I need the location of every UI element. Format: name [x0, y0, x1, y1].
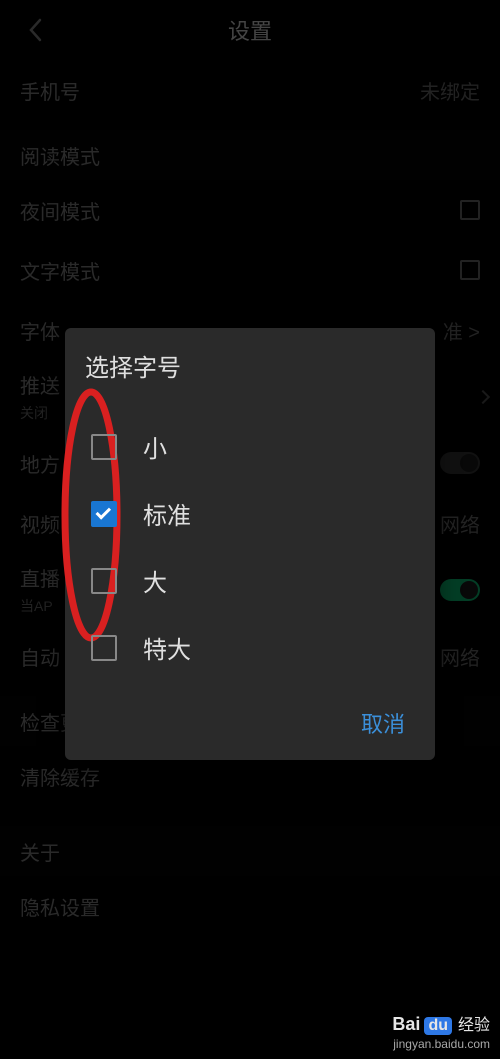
- option-large[interactable]: 大: [85, 547, 415, 614]
- modal-overlay[interactable]: 选择字号 小 标准 大 特大 取消: [0, 0, 500, 1059]
- wm-jingyan: 经验: [458, 1011, 490, 1035]
- wm-du: du: [424, 1017, 452, 1035]
- watermark: Baidu 经验 jingyan.baidu.com: [392, 1011, 490, 1051]
- option-label: 标准: [143, 496, 191, 531]
- checkbox-standard[interactable]: [91, 501, 117, 527]
- option-label: 大: [143, 563, 167, 598]
- checkbox-xlarge[interactable]: [91, 635, 117, 661]
- cancel-button[interactable]: 取消: [351, 701, 415, 745]
- options-list: 小 标准 大 特大: [85, 413, 415, 681]
- option-label: 小: [143, 429, 167, 464]
- option-xlarge[interactable]: 特大: [85, 614, 415, 681]
- option-small[interactable]: 小: [85, 413, 415, 480]
- wm-bai: Bai: [392, 1014, 420, 1035]
- check-icon: [96, 504, 112, 520]
- checkbox-small[interactable]: [91, 434, 117, 460]
- dialog-footer: 取消: [85, 701, 415, 745]
- font-size-dialog: 选择字号 小 标准 大 特大 取消: [65, 328, 435, 760]
- dialog-title: 选择字号: [85, 348, 415, 383]
- watermark-url: jingyan.baidu.com: [393, 1037, 490, 1051]
- option-standard[interactable]: 标准: [85, 480, 415, 547]
- checkbox-large[interactable]: [91, 568, 117, 594]
- option-label: 特大: [143, 630, 191, 665]
- watermark-logo: Baidu 经验: [392, 1011, 490, 1035]
